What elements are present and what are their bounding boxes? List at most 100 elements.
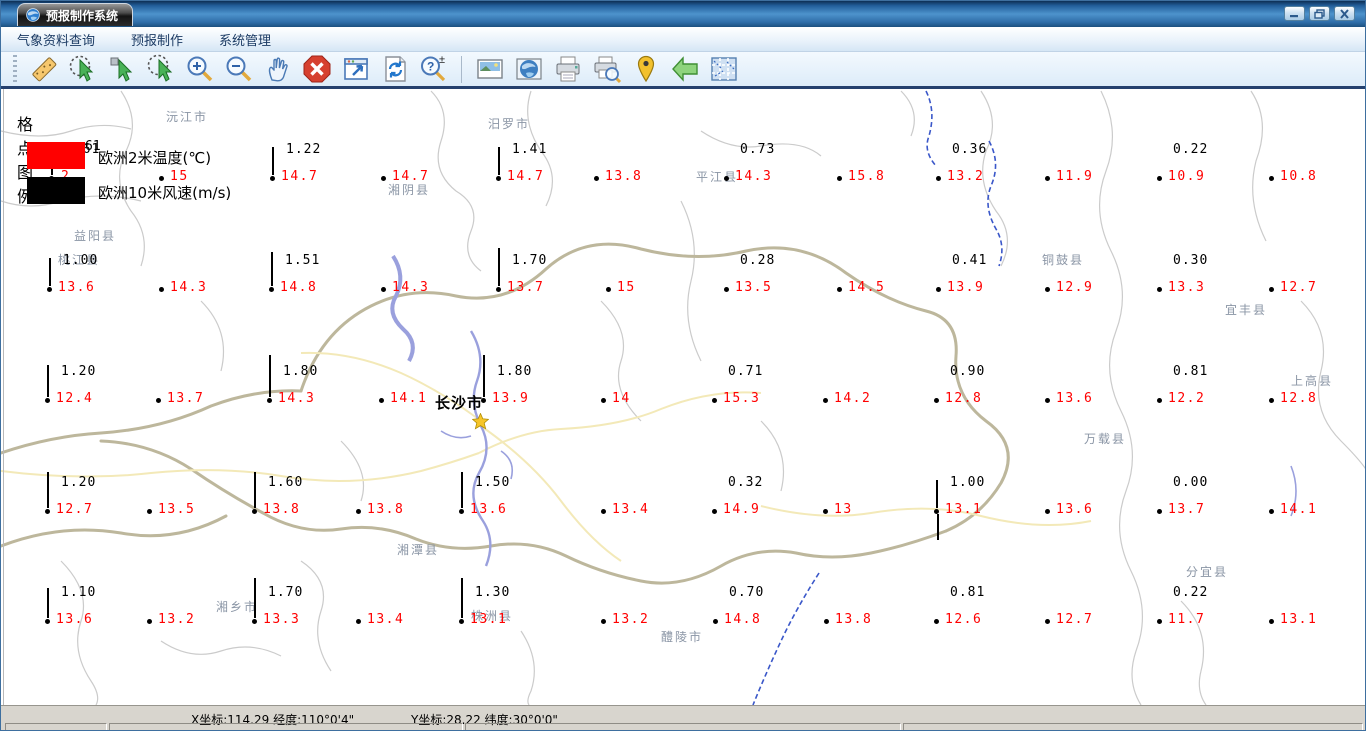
temperature-value: 13.2: [158, 612, 196, 627]
grid-point-dot: [936, 176, 941, 181]
grid-point-dot: [252, 509, 257, 514]
grid-point-dot: [1157, 509, 1162, 514]
wind-speed-value: 1.51: [285, 253, 321, 268]
temperature-value: 13.4: [612, 502, 650, 517]
wind-speed-value: 1.00: [950, 475, 986, 490]
grid-point-dot: [496, 287, 501, 292]
wind-speed-value: 0.22: [1173, 585, 1209, 600]
temperature-value: 14.7: [281, 169, 319, 184]
wind-speed-value: 1.70: [268, 585, 304, 600]
grid-point-dot: [837, 287, 842, 292]
wind-speed-value: 0.71: [728, 364, 764, 379]
wind-speed-value: 1.10: [61, 585, 97, 600]
city-star-icon: [471, 412, 490, 434]
grid-point-dot: [601, 398, 606, 403]
wind-speed-value: 0.73: [740, 142, 776, 157]
temperature-value: 13.4: [367, 612, 405, 627]
grid-point-dot: [159, 287, 164, 292]
temperature-value: 13.1: [945, 502, 983, 517]
grid-point-dot: [1269, 398, 1274, 403]
grid-point-dot: [601, 509, 606, 514]
wind-barb: [461, 472, 463, 508]
wind-speed-value: 0.41: [952, 253, 988, 268]
minimize-button[interactable]: [1284, 6, 1305, 21]
temperature-value: 13.7: [167, 391, 205, 406]
temperature-value: 12.8: [1280, 391, 1318, 406]
wind-barb: [936, 480, 938, 508]
globe-logo-icon: [26, 8, 40, 22]
temperature-value: 13.9: [492, 391, 530, 406]
temperature-value: 14: [612, 391, 631, 406]
temperature-value: 13.6: [1056, 502, 1094, 517]
grid-point-dot: [1269, 509, 1274, 514]
wind-barb: [498, 248, 500, 286]
grid-point-dot: [606, 287, 611, 292]
temperature-value: 12.9: [1056, 280, 1094, 295]
temperature-value: 14.8: [280, 280, 318, 295]
wind-barb: [269, 355, 271, 397]
grid-point-dot: [1269, 287, 1274, 292]
title-tab: 预报制作系统: [17, 3, 134, 26]
place-label: 湘乡市: [216, 600, 259, 614]
grid-point-dot: [594, 176, 599, 181]
major-city-label: 长沙市: [435, 394, 484, 412]
grid-point-dot: [1157, 176, 1162, 181]
legend-swatch-1: [27, 177, 85, 204]
place-label: 分宜县: [1186, 565, 1229, 579]
grid-point-dot: [252, 619, 257, 624]
temperature-value: 13.6: [470, 502, 508, 517]
wind-barb: [47, 472, 49, 508]
legend-label-0: 欧洲2米温度(℃): [98, 149, 212, 167]
grid-point-dot: [712, 509, 717, 514]
place-label: 益阳县: [74, 229, 117, 243]
wind-speed-value: 0.22: [1173, 142, 1209, 157]
grid-point-dot: [381, 287, 386, 292]
grid-point-dot: [1045, 287, 1050, 292]
temperature-value: 14.3: [392, 280, 430, 295]
wind-barb: [937, 514, 939, 540]
place-label: 汨罗市: [488, 117, 531, 131]
grid-point-dot: [1269, 176, 1274, 181]
temperature-value: 14.1: [1280, 502, 1318, 517]
temperature-value: 13.3: [263, 612, 301, 627]
temperature-value: 13.2: [612, 612, 650, 627]
wind-speed-value: 0.81: [1173, 364, 1209, 379]
temperature-value: 12.4: [56, 391, 94, 406]
temperature-value: 12.6: [945, 612, 983, 627]
grid-point-dot: [356, 619, 361, 624]
window-controls: [1284, 6, 1355, 21]
temperature-value: 12.7: [1280, 280, 1318, 295]
grid-point-dot: [45, 398, 50, 403]
application-window: 预报制作系统 气象资料查询 预报制作 系统管理 ± ? 沅江市 汨罗市 湘阴县 …: [0, 0, 1366, 731]
wind-speed-value: 1.50: [475, 475, 511, 490]
grid-point-dot: [1045, 176, 1050, 181]
grid-point-dot: [159, 176, 164, 181]
legend-label-1: 欧洲10米风速(m/s): [98, 184, 232, 202]
place-label: 上高县: [1291, 374, 1334, 388]
wind-speed-value: 0.90: [950, 364, 986, 379]
wind-speed-value: 1.80: [497, 364, 533, 379]
wind-barb: [49, 258, 51, 286]
grid-point-dot: [1045, 619, 1050, 624]
restore-button[interactable]: [1309, 6, 1330, 21]
wind-barb: [271, 252, 273, 286]
status-panel: [903, 723, 1363, 730]
wind-speed-value: 1.20: [61, 364, 97, 379]
grid-point-dot: [837, 176, 842, 181]
temperature-value: 14.7: [507, 169, 545, 184]
wind-barb: [272, 147, 274, 175]
wind-speed-value: 0.70: [729, 585, 765, 600]
place-label: 平江县: [696, 170, 739, 184]
wind-barb: [498, 147, 500, 175]
status-panel: [109, 723, 463, 730]
close-button[interactable]: [1334, 6, 1355, 21]
wind-barb: [483, 355, 485, 397]
grid-point-dot: [934, 619, 939, 624]
grid-point-dot: [724, 176, 729, 181]
temperature-value: 13.5: [735, 280, 773, 295]
temperature-value: 14.8: [724, 612, 762, 627]
grid-point-dot: [1157, 619, 1162, 624]
place-label: 宜丰县: [1225, 303, 1268, 317]
grid-point-dot: [713, 619, 718, 624]
temperature-value: 14.7: [392, 169, 430, 184]
